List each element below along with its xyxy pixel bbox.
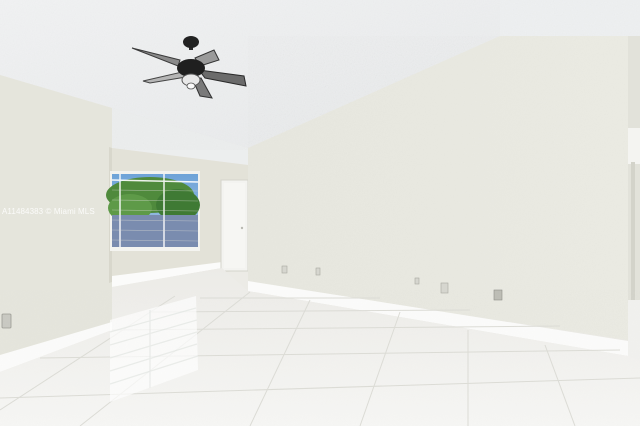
watermark-text: A11484383 © Miami MLS [2, 207, 95, 216]
window-icon [106, 171, 200, 251]
room-illustration [0, 0, 640, 426]
room-photo: A11484383 © Miami MLS [0, 0, 640, 426]
door-icon [220, 179, 249, 272]
tile-floor [0, 268, 640, 426]
